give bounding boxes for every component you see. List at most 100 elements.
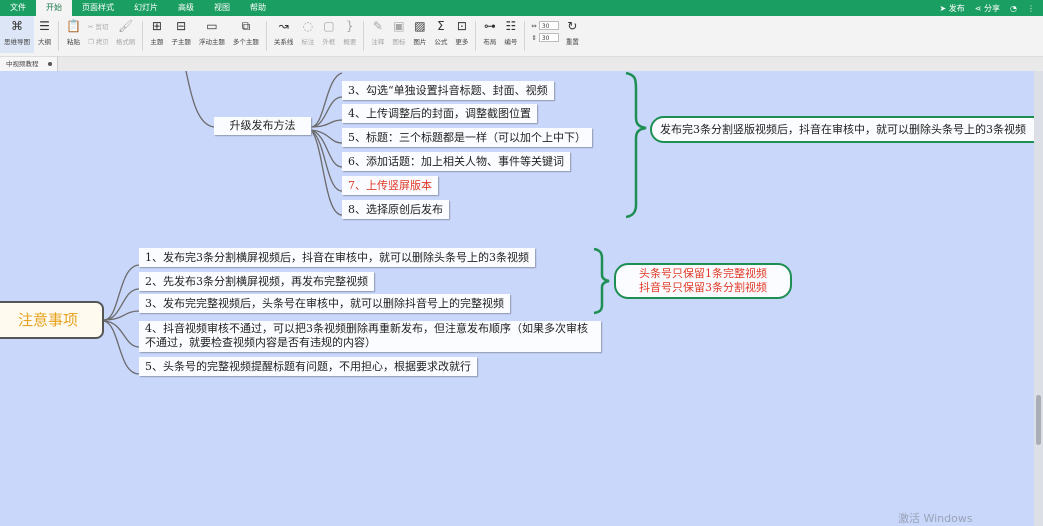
menu-help[interactable]: 帮助 (240, 0, 276, 16)
spacing-controls: ⇔ 30 ⇕ 30 (528, 16, 561, 42)
note-item-4[interactable]: 4、抖音视频审核不通过，可以把3条视频删除再重新发布，但注意发布顺序（如果多次审… (139, 321, 601, 352)
toolbar-divider (58, 21, 59, 51)
numbering-icon: ☷ (505, 19, 517, 33)
menu-page-style[interactable]: 页面样式 (72, 0, 124, 16)
paste-button[interactable]: 📋 粘贴 (62, 16, 85, 53)
label-button[interactable]: ◌ 标注 (297, 16, 318, 53)
vspace-icon: ⇕ (531, 33, 537, 42)
topic-button[interactable]: ⊞ 主题 (146, 16, 167, 53)
branch-line (103, 320, 140, 375)
toolbar-divider (363, 21, 365, 51)
publish-button[interactable]: ➤ 发布 (940, 3, 965, 14)
vertical-scrollbar[interactable] (1034, 71, 1043, 526)
image-button[interactable]: ▨ 图片 (409, 16, 430, 53)
note-item-1[interactable]: 1、发布完3条分割横屏视频后，抖音在审核中，就可以删除头条号上的3条视频 (139, 248, 535, 267)
list-icon: ☰ (39, 19, 50, 33)
brush-icon: 🖌 (117, 19, 134, 33)
reset-button[interactable]: ↻ 重置 (562, 16, 583, 53)
branch-line (103, 288, 140, 321)
note-button[interactable]: ✎ 注释 (367, 16, 388, 53)
ribbon-toolbar: ⌘ 思维导图 ☰ 大纲 📋 粘贴 ✂ 剪切 ❐ 拷贝 🖌 格式刷 ⊞ 主题 ⊟ 子主题 ▭ 浮… (0, 16, 1043, 57)
scrollbar-thumb[interactable] (1036, 395, 1041, 445)
notes-summary-node[interactable]: 头条号只保留1条完整视频 抖音号只保留3条分割视频 (614, 263, 792, 299)
cut-button[interactable]: ✂ 剪切 (88, 21, 109, 31)
upgrade-step-7[interactable]: 7、上传竖屏版本 (342, 176, 438, 195)
bell-icon[interactable]: ◔ (1010, 4, 1017, 13)
menu-start[interactable]: 开始 (36, 0, 72, 16)
copy-button[interactable]: ❐ 拷贝 (88, 36, 109, 46)
topic-icon: ⊞ (151, 19, 162, 33)
send-icon: ➤ (939, 3, 947, 13)
summary-button[interactable]: } 概要 (339, 16, 360, 53)
upgrade-step-4[interactable]: 4、上传调整后的封面，调整截图位置 (342, 104, 537, 123)
unsaved-dot-icon (48, 62, 52, 66)
outline-box-button[interactable]: ▢ 外框 (318, 16, 339, 53)
emoji-icon: ▣ (393, 19, 405, 33)
clipboard-icon: 📋 (66, 19, 81, 33)
root-topic-notes[interactable]: 注意事项 (0, 301, 104, 339)
mindmap-mode-button[interactable]: ⌘ 思维导图 (0, 16, 34, 53)
branch-line (310, 96, 343, 128)
more-icon[interactable]: ⋮ (1027, 4, 1035, 13)
more-button[interactable]: ⊡ 更多 (451, 16, 472, 53)
sigma-icon: Σ (437, 19, 445, 33)
image-icon: ▨ (414, 19, 426, 33)
note-item-3[interactable]: 3、发布完完整视频后，头条号在审核中，就可以删除抖音号上的完整视频 (139, 294, 510, 313)
relation-icon: ↝ (278, 19, 289, 33)
layout-button[interactable]: ⊶ 布局 (479, 16, 500, 53)
branch-line (185, 71, 215, 128)
summary-line-2: 抖音号只保留3条分割视频 (639, 281, 767, 294)
hspace-input[interactable]: 30 (538, 21, 559, 30)
multi-topic-button[interactable]: ⧉ 多个主题 (229, 16, 263, 53)
toolbar-divider (524, 21, 526, 51)
document-tab[interactable]: 中视频教程 (0, 57, 58, 71)
upgrade-step-8[interactable]: 8、选择原创后发布 (342, 200, 449, 219)
share-button[interactable]: ⋖ 分享 (975, 3, 1000, 14)
vspace-input[interactable]: 30 (538, 33, 559, 42)
formula-button[interactable]: Σ 公式 (430, 16, 451, 53)
more-icon: ⊡ (456, 19, 467, 33)
menu-view[interactable]: 视图 (204, 0, 240, 16)
toolbar-divider (265, 21, 267, 51)
multi-topic-icon: ⧉ (241, 19, 251, 33)
summary-brace (625, 71, 647, 219)
activate-windows-watermark: 激活 Windows (898, 512, 973, 525)
toolbar-divider (475, 21, 477, 51)
scissors-icon: ✂ (87, 23, 94, 31)
numbering-button[interactable]: ☷ 编号 (500, 16, 521, 53)
horizontal-spacing: ⇔ 30 (531, 21, 559, 30)
boundary-icon: ▢ (323, 19, 335, 33)
note-item-2[interactable]: 2、先发布3条分割横屏视频，再发布完整视频 (139, 272, 374, 291)
upgrade-step-5[interactable]: 5、标题：三个标题都是一样（可以加个上中下） (342, 128, 592, 147)
menu-advanced[interactable]: 高级 (168, 0, 204, 16)
vertical-spacing: ⇕ 30 (531, 33, 559, 42)
upgrade-summary-node[interactable]: 发布完3条分割竖版视频后，抖音在审核中，就可以删除头条号上的3条视频 (650, 116, 1043, 143)
summary-brace (593, 247, 610, 315)
menu-file[interactable]: 文件 (0, 0, 36, 16)
format-painter-button[interactable]: 🖌 格式刷 (112, 16, 140, 53)
mindmap-icon: ⌘ (11, 19, 23, 33)
subtopic-button[interactable]: ⊟ 子主题 (167, 16, 195, 53)
float-topic-button[interactable]: ▭ 浮动主题 (195, 16, 229, 53)
subtopic-icon: ⊟ (176, 19, 187, 33)
share-icon: ⋖ (974, 3, 982, 13)
relation-button[interactable]: ↝ 关系线 (270, 16, 298, 53)
hspace-icon: ⇔ (531, 21, 537, 30)
menu-slides[interactable]: 幻灯片 (124, 0, 168, 16)
layout-icon: ⊶ (483, 19, 496, 33)
upgrade-step-6[interactable]: 6、添加话题：加上相关人物、事件等关键词 (342, 152, 570, 171)
outline-button[interactable]: ☰ 大纲 (34, 16, 55, 53)
pen-icon: ✎ (372, 19, 383, 33)
cut-copy-group: ✂ 剪切 ❐ 拷贝 (85, 16, 112, 46)
comment-icon: ◌ (302, 19, 314, 33)
branch-line (310, 72, 343, 128)
menu-bar: 文件 开始 页面样式 幻灯片 高级 视图 帮助 ➤ 发布 ⋖ 分享 ◔ ⋮ (0, 0, 1043, 16)
upgrade-step-3[interactable]: 3、勾选“单独设置抖音标题、封面、视频 (342, 81, 554, 100)
note-item-5[interactable]: 5、头条号的完整视频提醒标题有问题，不用担心，根据要求改就行 (139, 357, 477, 376)
toolbar-divider (142, 21, 144, 51)
summary-icon: } (346, 19, 354, 33)
icon-button[interactable]: ▣ 图标 (388, 16, 409, 53)
document-tabbar: 中视频教程 (0, 57, 1043, 72)
menubar-right: ➤ 发布 ⋖ 分享 ◔ ⋮ (940, 3, 1043, 14)
upgrade-method-node[interactable]: 升级发布方法 (214, 117, 311, 135)
